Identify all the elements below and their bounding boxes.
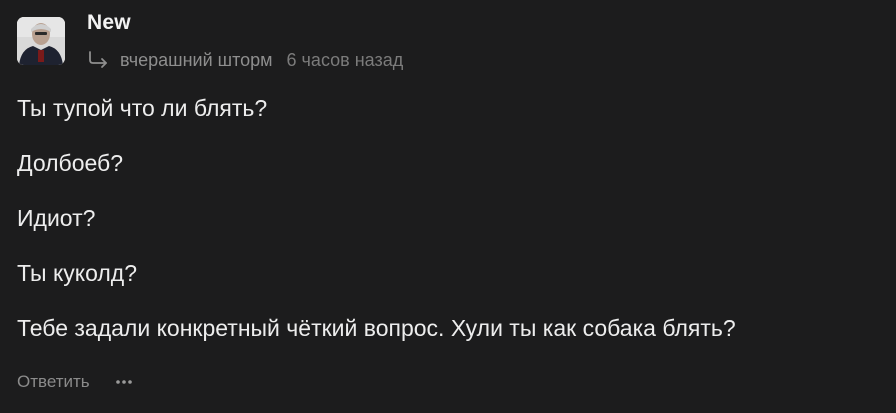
comment-paragraph: Тебе задали конкретный чёткий вопрос. Ху… [17,315,736,341]
reply-to-user[interactable]: вчерашний шторм [120,50,273,71]
comment-actions: Ответить [17,370,134,394]
comment-paragraph: Идиот? [17,205,96,231]
timestamp: 6 часов назад [286,49,404,70]
author-name[interactable]: New [87,11,131,35]
avatar-image [17,17,65,65]
more-dots-icon [115,380,132,384]
comment: New вчерашний шторм 6 часов назад Ты туп… [0,0,896,413]
comment-paragraph: Ты тупой что ли блять? [17,95,268,121]
reply-button[interactable]: Ответить [17,372,90,392]
comment-body: Ты тупой что ли блять? Долбоеб? Идиот? Т… [17,92,887,344]
more-options-button[interactable] [114,372,134,392]
reply-info: вчерашний шторм 6 часов назад [87,48,403,72]
avatar[interactable] [17,17,65,65]
reply-arrow-icon [87,50,109,70]
comment-paragraph: Ты куколд? [17,260,138,286]
comment-paragraph: Долбоеб? [17,150,124,176]
